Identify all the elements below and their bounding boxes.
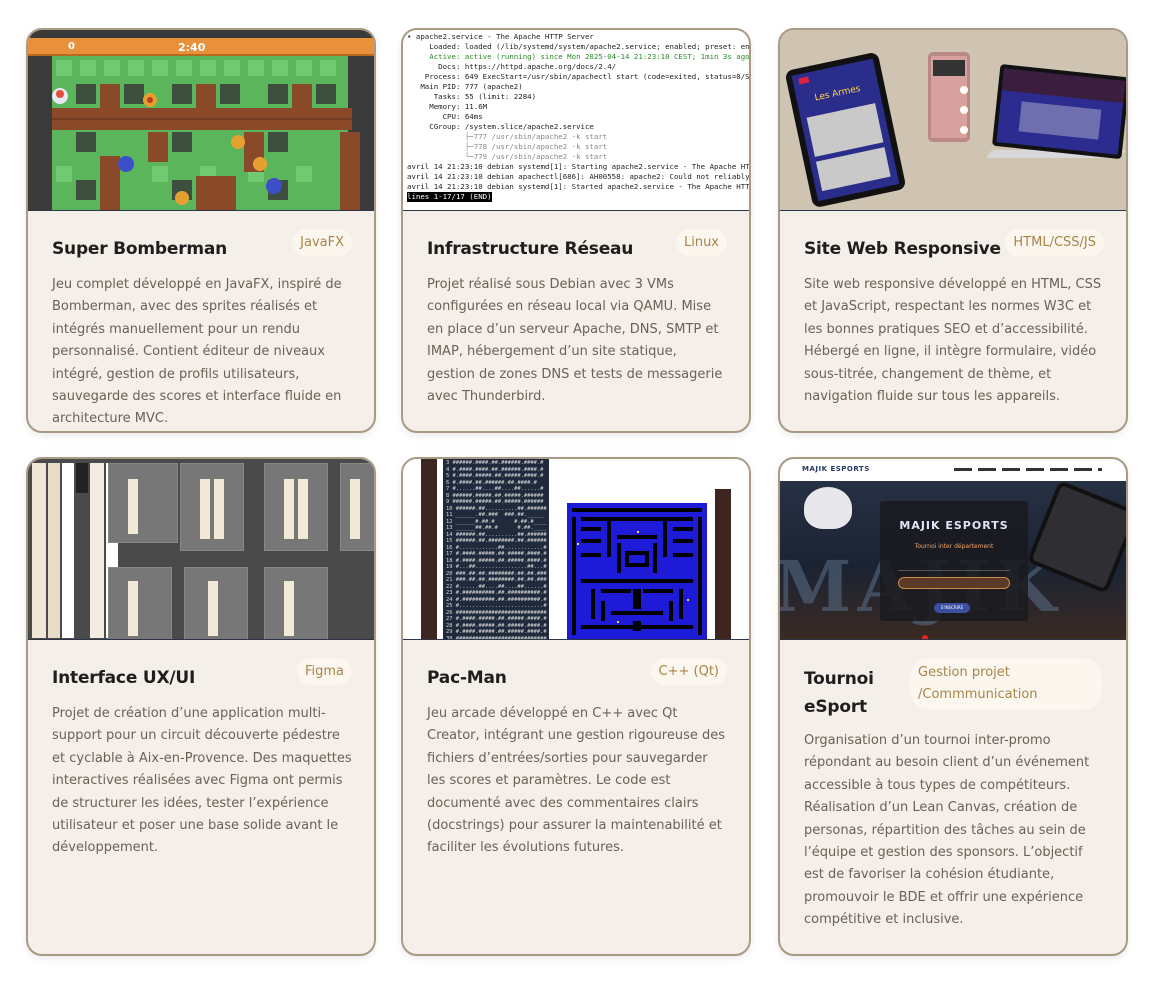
terminal-screenshot: • apache2.service - The Apache HTTP Serv… <box>403 30 749 211</box>
card-title: Site Web Responsive <box>804 239 1001 259</box>
project-card-uxui[interactable]: Interface UX/UI Figma Projet de création… <box>26 457 376 956</box>
game-hud: 0 2:40 <box>28 30 374 56</box>
project-card-esport[interactable]: MAJIK ESPORTS MAJIK MAJIK ESPORTS Tourno… <box>778 457 1128 956</box>
card-title: Infrastructure Réseau <box>427 239 634 259</box>
card-title: Interface UX/UI <box>52 668 196 688</box>
signup-panel: MAJIK ESPORTS Tournoi inter département … <box>880 501 1028 621</box>
site-logo: MAJIK ESPORTS <box>802 465 870 473</box>
tech-tag: Gestion projet /Commmunication <box>910 658 1102 710</box>
maze-source-file: 3 ######.####.##.######.####.# 4 #.####.… <box>443 459 549 639</box>
card-title: Tournoi eSport <box>804 669 874 717</box>
card-description: Projet réalisé sous Debian avec 3 VMs co… <box>427 277 723 405</box>
site-navbar: MAJIK ESPORTS <box>780 459 1126 481</box>
card-description: Jeu arcade développé en C++ avec Qt Crea… <box>427 706 726 856</box>
tech-tag: Figma <box>296 658 352 685</box>
game-score: 0 <box>68 41 75 52</box>
card-title: Super Bomberman <box>52 239 228 259</box>
card-title: Pac-Man <box>427 668 507 688</box>
tech-tag: C++ (Qt) <box>650 658 727 685</box>
esport-website-screenshot: MAJIK ESPORTS MAJIK MAJIK ESPORTS Tourno… <box>780 459 1126 640</box>
signup-button[interactable]: S'INSCRIRE <box>934 603 970 613</box>
project-card-infrastructure[interactable]: • apache2.service - The Apache HTTP Serv… <box>401 28 751 433</box>
panel-brand: MAJIK ESPORTS <box>899 519 1009 532</box>
pacman-maze <box>567 503 707 639</box>
game-field <box>28 56 374 210</box>
terminal-output: • apache2.service - The Apache HTTP Serv… <box>403 30 749 210</box>
responsive-mockup: Les Armes <box>780 30 1126 211</box>
tech-tag: HTML/CSS/JS <box>1005 229 1104 256</box>
panel-subtitle: Tournoi inter département <box>914 543 994 550</box>
card-description: Projet de création d’une application mul… <box>52 706 352 856</box>
tech-tag: JavaFX <box>292 229 352 256</box>
figma-screenshot <box>28 459 374 640</box>
tech-tag: Linux <box>675 229 727 256</box>
project-card-responsive[interactable]: Les Armes Site Web Responsive HTML/CSS/J… <box>778 28 1128 433</box>
card-description: Jeu complet développé en JavaFX, inspiré… <box>52 277 342 427</box>
project-card-bomberman[interactable]: 0 2:40 Super Bomberman JavaFX Jeu comple… <box>26 28 376 433</box>
pacman-screenshot: 3 ######.####.##.######.####.# 4 #.####.… <box>403 459 749 640</box>
project-card-pacman[interactable]: 3 ######.####.##.######.####.# 4 #.####.… <box>401 457 751 956</box>
card-description: Organisation d’un tournoi inter-promo ré… <box>804 733 1090 928</box>
bomberman-screenshot: 0 2:40 <box>28 30 374 211</box>
game-timer: 2:40 <box>178 41 206 54</box>
card-description: Site web responsive développé en HTML, C… <box>804 277 1102 405</box>
